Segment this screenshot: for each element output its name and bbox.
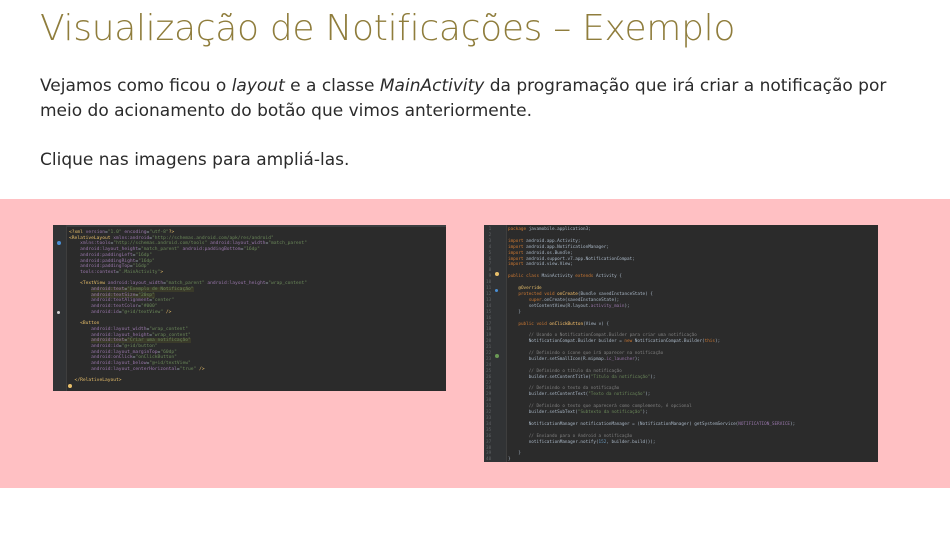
gutter-marker-icon [495, 354, 499, 358]
gutter-marker-icon [57, 241, 61, 245]
editor-tab-bar [53, 225, 446, 227]
intro-text-2: e a classe [284, 76, 380, 96]
intro-emphasis-layout: layout [231, 76, 285, 96]
mainactivity-java-screenshot[interactable]: 1 2 3 4 5 6 7 8 9 10 11 12 13 14 15 16 1… [484, 225, 878, 462]
gutter-marker-icon [57, 311, 60, 314]
intro-emphasis-mainactivity: MainActivity [379, 76, 485, 96]
intro-paragraph: Vejamos como ficou o layout e a classe M… [40, 74, 900, 124]
xml-code-block: <?xml version="1.0" encoding="utf-8"?> <… [69, 230, 307, 384]
intro-text-1: Vejamos como ficou o [40, 76, 232, 96]
page-title: Visualização de Notificações – Exemplo [40, 8, 736, 49]
editor-gutter [53, 225, 67, 391]
lightbulb-icon [495, 272, 499, 276]
java-code-block: package javamobile.application3; import … [508, 227, 796, 462]
hint-paragraph: Clique nas imagens para ampliá-las. [40, 150, 350, 170]
line-numbers: 1 2 3 4 5 6 7 8 9 10 11 12 13 14 15 16 1… [486, 227, 492, 462]
layout-xml-screenshot[interactable]: <?xml version="1.0" encoding="utf-8"?> <… [53, 225, 446, 391]
lightbulb-icon [68, 384, 72, 388]
override-marker-icon [495, 289, 498, 292]
